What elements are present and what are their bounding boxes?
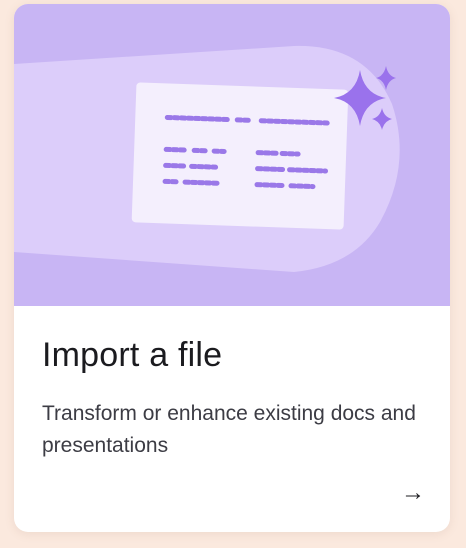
- card-description: Transform or enhance existing docs and p…: [42, 402, 416, 457]
- document-icon: [131, 82, 349, 230]
- card-title: Import a file: [42, 336, 223, 374]
- arrow-right-icon[interactable]: →: [396, 476, 430, 510]
- card-body: Import a file Transform or enhance exist…: [14, 306, 450, 532]
- card-illustration: [14, 4, 450, 306]
- import-file-card[interactable]: Import a file Transform or enhance exist…: [14, 4, 450, 532]
